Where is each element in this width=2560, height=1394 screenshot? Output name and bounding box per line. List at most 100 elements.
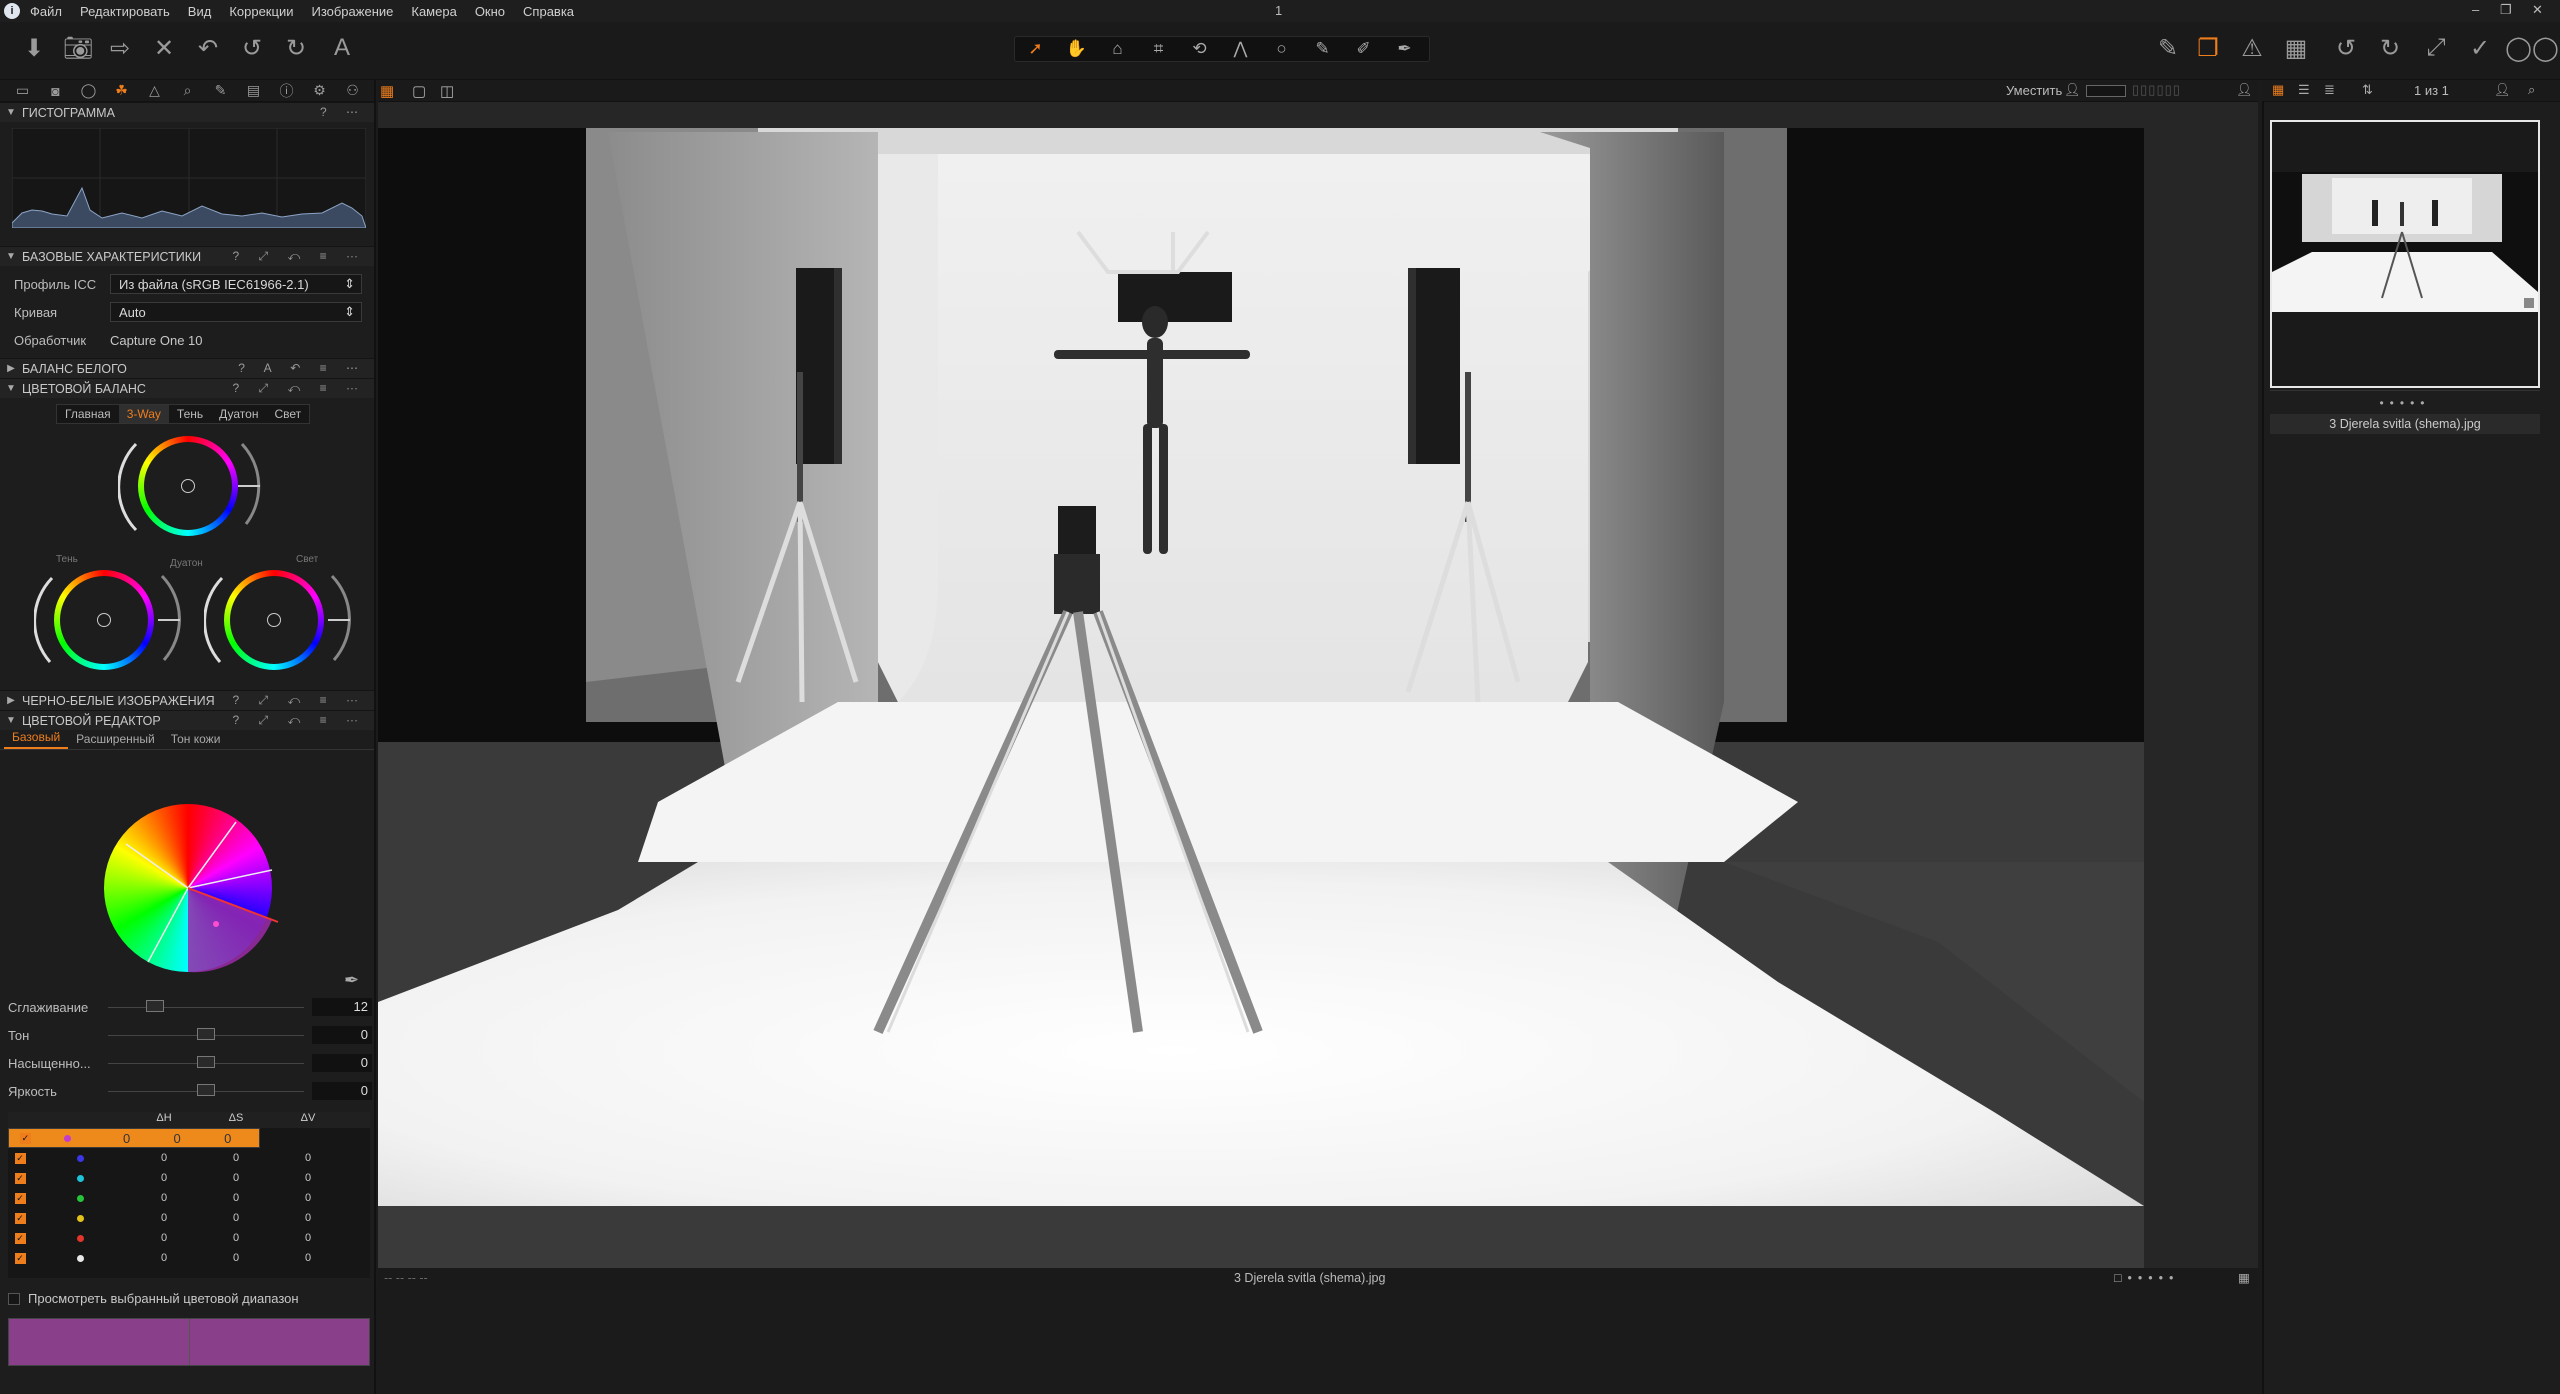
fit-label[interactable]: Уместить: [2006, 83, 2062, 98]
basic-characteristics-header[interactable]: ▼ БАЗОВЫЕ ХАРАКТЕРИСТИКИ ? ⤢ ↶ ≡ ⋯: [0, 246, 374, 266]
collapse-icon[interactable]: ▼: [0, 107, 22, 118]
slider-knob[interactable]: [197, 1084, 215, 1096]
section-controls[interactable]: ? ⤢ ↶ ≡ ⋯: [233, 713, 366, 728]
section-controls[interactable]: ? ⤢ ↶ ≡ ⋯: [233, 381, 366, 396]
undo-alt-icon[interactable]: ↺: [236, 32, 268, 64]
menu-camera[interactable]: Камера: [411, 4, 456, 19]
color-tab-icon[interactable]: ☘: [105, 82, 138, 99]
tab-skin-tone[interactable]: Тон кожи: [163, 732, 229, 749]
slider-value[interactable]: 0: [312, 1082, 372, 1100]
color-balance-header[interactable]: ▼ ЦВЕТОВОЙ БАЛАНС ? ⤢ ↶ ≡ ⋯: [0, 378, 374, 398]
close-window-icon[interactable]: ✕: [2532, 2, 2543, 18]
keystone-icon[interactable]: ⋀: [1220, 39, 1261, 59]
section-controls[interactable]: ? ⤢ ↶ ≡ ⋯: [233, 249, 366, 264]
row-checkbox[interactable]: ✓: [14, 1152, 26, 1164]
black-white-header[interactable]: ▶ ЧЕРНО-БЕЛЫЕ ИЗОБРАЖЕНИЯ ? ⤢ ↶ ≡ ⋯: [0, 690, 374, 710]
text-icon[interactable]: A: [326, 32, 358, 64]
menu-file[interactable]: Файл: [30, 4, 62, 19]
thumbnail-rating[interactable]: •••••: [2270, 390, 2540, 414]
delete-icon[interactable]: ✕: [148, 32, 180, 64]
crop-icon[interactable]: ⌗: [1138, 39, 1179, 59]
menu-window[interactable]: Окно: [475, 4, 505, 19]
exposure-tab-icon[interactable]: △: [138, 82, 171, 99]
expand-icon[interactable]: ▶: [0, 695, 22, 706]
undo-icon[interactable]: ↶: [192, 32, 224, 64]
spot-icon[interactable]: ○: [1261, 39, 1302, 59]
collapse-icon[interactable]: ▼: [0, 715, 22, 726]
grid-view-icon[interactable]: ▦: [380, 82, 394, 100]
tab-master[interactable]: Главная: [57, 405, 119, 423]
section-controls[interactable]: ? A ↶ ≡ ⋯: [238, 361, 366, 375]
layers-icon[interactable]: ❐: [2192, 32, 2224, 64]
tab-highlight[interactable]: Свет: [266, 405, 309, 423]
list-view-icon[interactable]: ☰: [2298, 82, 2310, 98]
export-icon[interactable]: ⇨: [104, 32, 136, 64]
loupe-icon[interactable]: ⌂: [1097, 39, 1138, 59]
slider-value[interactable]: 12: [312, 998, 372, 1016]
capture-tab-icon[interactable]: ◙: [39, 83, 72, 99]
redo-icon[interactable]: ↻: [280, 32, 312, 64]
tab-shadow[interactable]: Тень: [169, 405, 211, 423]
warning-icon[interactable]: ⚠: [2236, 32, 2268, 64]
local-adjust-tab-icon[interactable]: ✎: [204, 82, 237, 99]
color-tag-icon[interactable]: ▦: [2238, 1270, 2250, 1285]
user-filter-icon[interactable]: 👤︎: [2494, 82, 2511, 98]
import-icon[interactable]: ⬇: [18, 32, 50, 64]
slider-value[interactable]: 0: [312, 1026, 372, 1044]
thumbnail-selected[interactable]: [2270, 120, 2540, 388]
table-row[interactable]: ✓ 0 0 0: [8, 1128, 260, 1148]
menu-image[interactable]: Изображение: [311, 4, 393, 19]
expand-icon[interactable]: ⤢: [2420, 32, 2452, 64]
color-editor-header[interactable]: ▼ ЦВЕТОВОЙ РЕДАКТОР ? ⤢ ↶ ≡ ⋯: [0, 710, 374, 730]
eyedropper-icon[interactable]: ✒: [344, 970, 359, 991]
library-tab-icon[interactable]: ▭: [6, 82, 39, 99]
saturation-slider[interactable]: Насыщенно... 0: [8, 1052, 372, 1074]
slider-knob[interactable]: [197, 1028, 215, 1040]
view-range-checkbox[interactable]: [8, 1292, 20, 1305]
slider-knob[interactable]: [197, 1056, 215, 1068]
rating-dots[interactable]: □•••••: [2114, 1271, 2179, 1285]
slider-value[interactable]: 0: [312, 1054, 372, 1072]
eraser-icon[interactable]: ✐: [1343, 39, 1384, 59]
user-icon[interactable]: 👤︎: [2064, 82, 2081, 98]
rating-dashes[interactable]: -- -- -- --: [384, 1271, 428, 1285]
batch-tab-icon[interactable]: ⚇: [336, 82, 369, 99]
rotate-icon[interactable]: ⟲: [1179, 39, 1220, 59]
row-checkbox[interactable]: ✓: [14, 1172, 26, 1184]
check-icon[interactable]: ✓: [2464, 32, 2496, 64]
icc-profile-select[interactable]: Из файла (sRGB IEC61966-2.1) ⇕: [110, 274, 362, 294]
cursor-icon[interactable]: ➚: [1015, 39, 1056, 59]
white-balance-header[interactable]: ▶ БАЛАНС БЕЛОГО ? A ↶ ≡ ⋯: [0, 358, 374, 378]
brush-icon[interactable]: ✎: [1302, 39, 1343, 59]
row-checkbox[interactable]: ✓: [14, 1212, 26, 1224]
person-icon[interactable]: 👤︎: [2236, 82, 2253, 98]
table-row[interactable]: ✓ 0 0 0: [8, 1228, 370, 1248]
table-row[interactable]: ✓ 0 0 0: [8, 1168, 370, 1188]
lightness-slider[interactable]: Яркость 0: [8, 1080, 372, 1102]
details-tab-icon[interactable]: ⌕: [171, 82, 204, 99]
collapse-icon[interactable]: ▼: [0, 251, 22, 262]
settings-tab-icon[interactable]: ⚙: [303, 82, 336, 99]
row-checkbox[interactable]: ✓: [19, 1132, 31, 1144]
tab-midtone[interactable]: Дуатон: [211, 405, 266, 423]
output-tab-icon[interactable]: ▤: [237, 82, 270, 99]
pan-icon[interactable]: ✋: [1056, 39, 1097, 59]
compare-view-icon[interactable]: ◫: [440, 82, 454, 100]
expand-icon[interactable]: ▶: [0, 363, 22, 374]
glasses-icon[interactable]: ◯◯: [2505, 32, 2559, 64]
image-viewer[interactable]: [378, 102, 2258, 1268]
metadata-tab-icon[interactable]: ⓘ: [270, 81, 303, 101]
minimize-icon[interactable]: –: [2472, 2, 2479, 17]
menu-view[interactable]: Вид: [188, 4, 212, 19]
row-checkbox[interactable]: ✓: [14, 1232, 26, 1244]
menu-help[interactable]: Справка: [523, 4, 574, 19]
table-row[interactable]: ✓ 0 0 0: [8, 1148, 370, 1168]
menu-adjustments[interactable]: Коррекции: [229, 4, 293, 19]
histogram-header[interactable]: ▼ ГИСТОГРАММА ? ⋯: [0, 102, 374, 122]
hue-slider[interactable]: Тон 0: [8, 1024, 372, 1046]
section-controls[interactable]: ? ⤢ ↶ ≡ ⋯: [233, 693, 366, 708]
curve-select[interactable]: Auto ⇕: [110, 302, 362, 322]
view-range-option[interactable]: Просмотреть выбранный цветовой диапазон: [8, 1291, 299, 1306]
camera-icon[interactable]: 📷︎: [62, 32, 94, 64]
slider-knob[interactable]: [146, 1000, 165, 1012]
